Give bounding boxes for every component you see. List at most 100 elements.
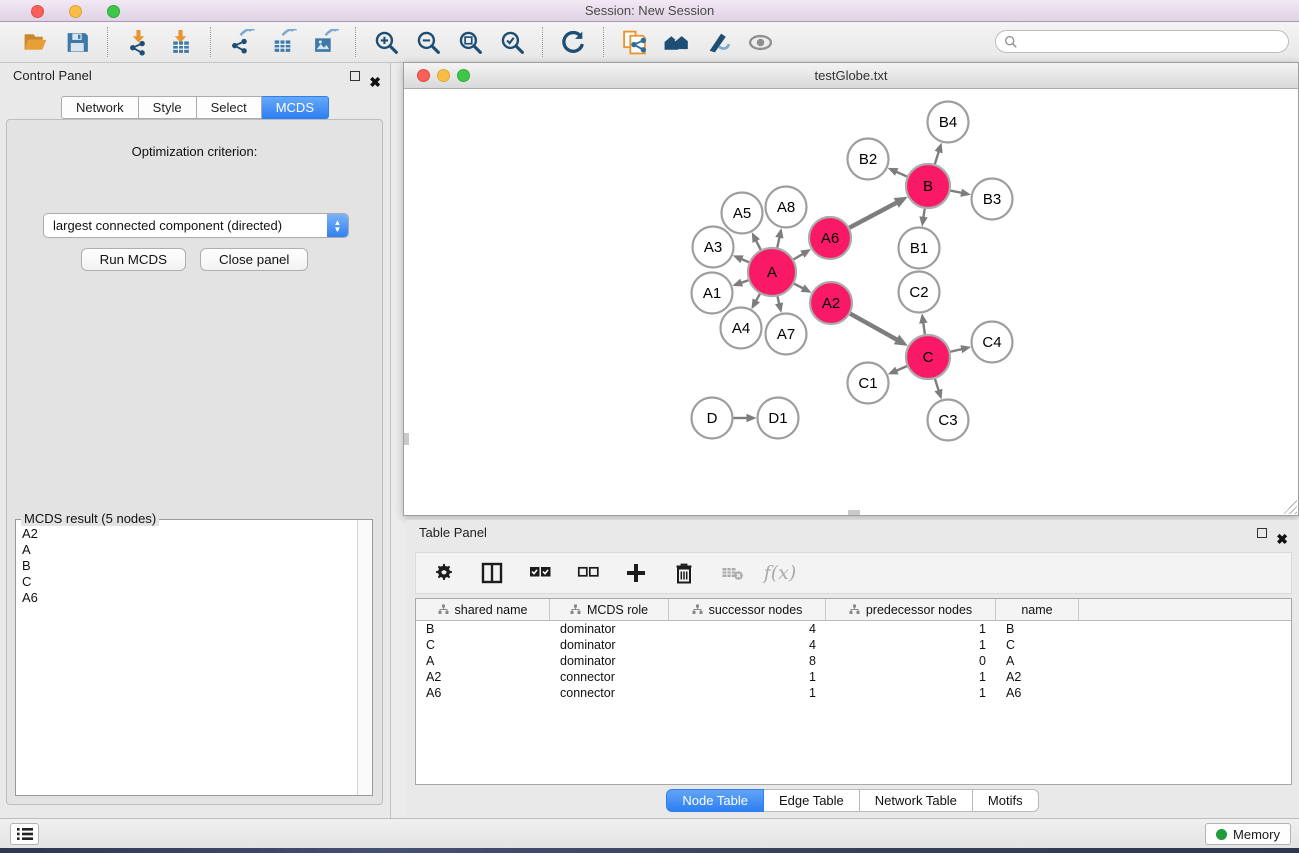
unselect-all-columns-icon [577,562,599,584]
float-panel-icon[interactable] [350,71,360,81]
export-network-button[interactable] [226,27,256,57]
zoom-fit-button[interactable] [455,27,485,57]
graph-node-C4[interactable]: C4 [972,322,1013,363]
graph-node-D1[interactable]: D1 [758,398,799,439]
search-input[interactable] [995,30,1289,53]
table-row[interactable]: Bdominator41B [416,621,1291,637]
mcds-result-box: MCDS result (5 nodes) A2ABCA6 [15,519,373,796]
table-settings-button[interactable] [432,561,456,585]
column-header-predecessor-nodes[interactable]: predecessor nodes [826,599,996,620]
zoom-out-button[interactable] [413,27,443,57]
graph-node-A[interactable]: A [748,248,796,296]
graph-node-B[interactable]: B [906,164,950,208]
graph-node-A5[interactable]: A5 [722,193,763,234]
table-float-panel-icon[interactable] [1257,528,1267,538]
window-resize-grip[interactable] [1283,500,1297,514]
graph-node-A3[interactable]: A3 [693,227,734,268]
memory-button[interactable]: Memory [1205,823,1291,845]
table-row[interactable]: Adominator80A [416,653,1291,669]
column-header-successor-nodes[interactable]: successor nodes [669,599,826,620]
tab-network-table[interactable]: Network Table [860,789,973,812]
result-node-item[interactable]: A [22,542,351,558]
result-node-item[interactable]: C [22,574,351,590]
graph-node-C[interactable]: C [906,335,950,379]
table-row[interactable]: A2connector11A2 [416,669,1291,685]
network-graph[interactable]: B4 B2 B B3 A8A5 A6 A3 B1 A A1 C2 A2 A4A7 C4 C C1 C3 D D1 [404,89,1298,515]
table-cell: connector [550,669,669,685]
unselect-all-columns-button[interactable] [576,561,600,585]
refresh-view-button[interactable] [558,27,588,57]
result-node-item[interactable]: A2 [22,526,351,542]
tab-node-table[interactable]: Node Table [666,789,764,812]
graph-node-A2[interactable]: A2 [810,282,852,324]
import-table-button[interactable] [165,27,195,57]
clone-network-button[interactable] [619,27,649,57]
tab-edge-table[interactable]: Edge Table [764,789,860,812]
optimization-criterion-dropdown[interactable]: largest connected component (directed) ▲… [43,213,349,238]
add-column-button[interactable] [624,561,648,585]
graph-node-A7[interactable]: A7 [766,314,807,355]
network-maximize-button[interactable] [457,69,470,82]
tab-mcds[interactable]: MCDS [262,96,329,119]
open-session-button[interactable] [20,27,50,57]
export-image-button[interactable] [310,27,340,57]
node-table[interactable]: shared nameMCDS rolesuccessor nodesprede… [415,598,1292,785]
canvas-bottom-handle[interactable] [848,510,860,515]
graph-node-D[interactable]: D [692,398,733,439]
select-all-columns-button[interactable] [528,561,552,585]
tab-motifs[interactable]: Motifs [973,789,1039,812]
delete-columns-button[interactable] [672,561,696,585]
close-panel-icon[interactable]: ✖ [369,69,381,95]
export-table-button[interactable] [268,27,298,57]
table-cell: 1 [669,685,826,701]
zoom-selected-button[interactable] [497,27,527,57]
canvas-left-handle[interactable] [404,433,409,445]
network-minimize-button[interactable] [437,69,450,82]
tab-select[interactable]: Select [197,96,262,119]
toggle-birdseye-button[interactable] [745,27,775,57]
graph-node-B1[interactable]: B1 [899,228,940,269]
home-view-button[interactable] [661,27,691,57]
show-graphics-details-button[interactable] [703,27,733,57]
network-close-button[interactable] [417,69,430,82]
graph-node-A8[interactable]: A8 [766,187,807,228]
graph-node-C2[interactable]: C2 [899,272,940,313]
result-node-item[interactable]: A6 [22,590,351,606]
network-canvas[interactable]: B4 B2 B B3 A8A5 A6 A3 B1 A A1 C2 A2 A4A7 C4 C C1 C3 D D1 [404,89,1298,515]
list-icon [17,827,33,841]
column-header-mcds-role[interactable]: MCDS role [550,599,669,620]
control-panel: Control Panel ✖ NetworkStyleSelectMCDS O… [0,63,391,818]
column-header-shared-name[interactable]: shared name [416,599,550,620]
close-window-button[interactable] [31,5,44,18]
graph-node-B4[interactable]: B4 [928,102,969,143]
result-scrollbar[interactable] [357,520,372,795]
panel-layout-button[interactable] [480,561,504,585]
maximize-window-button[interactable] [107,5,120,18]
graph-node-B3[interactable]: B3 [972,179,1013,220]
graph-node-B2[interactable]: B2 [848,139,889,180]
tab-style[interactable]: Style [139,96,197,119]
refresh-view-icon [560,29,587,56]
column-type-icon [692,604,703,615]
column-type-icon [438,604,449,615]
tab-network[interactable]: Network [61,96,139,119]
table-row[interactable]: Cdominator41C [416,637,1291,653]
result-node-item[interactable]: B [22,558,351,574]
graph-node-C3[interactable]: C3 [928,400,969,441]
table-close-panel-icon[interactable]: ✖ [1276,526,1288,552]
save-session-button[interactable] [62,27,92,57]
graph-node-A6[interactable]: A6 [809,217,851,259]
table-row[interactable]: A6connector11A6 [416,685,1291,701]
minimize-window-button[interactable] [69,5,82,18]
import-network-button[interactable] [123,27,153,57]
close-panel-button[interactable]: Close panel [200,248,308,271]
graph-node-A4[interactable]: A4 [721,308,762,349]
task-history-button[interactable] [10,823,39,845]
graph-node-A1[interactable]: A1 [692,273,733,314]
zoom-in-button[interactable] [371,27,401,57]
run-mcds-button[interactable]: Run MCDS [81,248,186,271]
table-cell: 1 [826,669,996,685]
graph-node-C1[interactable]: C1 [848,363,889,404]
export-network-icon [228,29,255,56]
column-header-name[interactable]: name [996,599,1079,620]
